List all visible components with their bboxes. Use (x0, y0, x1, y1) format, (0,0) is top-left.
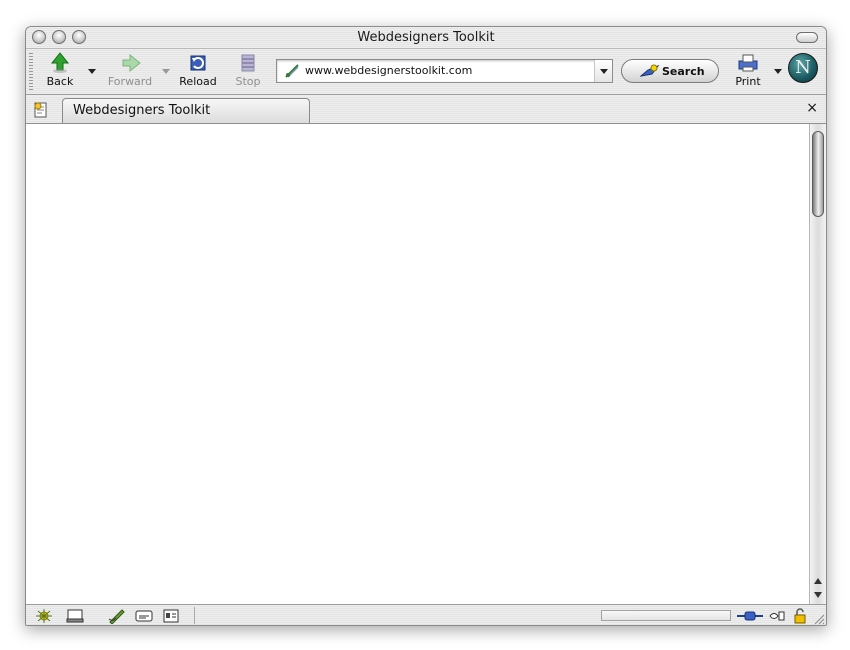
stop-button[interactable]: Stop (226, 52, 270, 92)
forward-arrow-icon (122, 53, 141, 73)
progress-meter (601, 610, 731, 621)
url-history-dropdown[interactable] (594, 60, 612, 82)
new-tab-icon[interactable] (33, 102, 49, 118)
print-button[interactable]: Print (726, 52, 770, 92)
forward-label: Forward (107, 75, 153, 88)
forward-history-dropdown[interactable] (162, 69, 170, 74)
search-button[interactable]: Search (621, 59, 719, 83)
tab-bar: Webdesigners Toolkit × (26, 96, 826, 124)
tab-webdesigners-toolkit[interactable]: Webdesigners Toolkit (62, 98, 310, 123)
window-title: Webdesigners Toolkit (357, 30, 495, 45)
resize-grip-icon[interactable] (813, 613, 825, 625)
unlocked-padlock-icon[interactable] (792, 608, 808, 624)
scrollbar-thumb[interactable] (812, 131, 824, 217)
forward-button[interactable]: Forward (102, 52, 158, 92)
search-label: Search (662, 65, 705, 78)
back-arrow-icon (50, 52, 70, 73)
composer-icon[interactable] (108, 608, 126, 624)
close-tab-icon[interactable]: × (806, 100, 818, 116)
online-status-icon[interactable] (736, 610, 764, 622)
url-bar[interactable]: www.webdesignerstoolkit.com (276, 59, 613, 83)
stop-label: Stop (235, 75, 261, 88)
print-label: Print (735, 75, 761, 88)
browser-window: Webdesigners Toolkit Back Forward Reload… (25, 26, 827, 626)
title-bar[interactable]: Webdesigners Toolkit (26, 27, 826, 49)
url-input[interactable]: www.webdesignerstoolkit.com (305, 64, 472, 77)
stop-icon (241, 54, 255, 72)
back-history-dropdown[interactable] (88, 69, 96, 74)
page-proxy-icon (285, 64, 299, 78)
status-bar (26, 604, 826, 625)
navigator-icon[interactable] (34, 608, 54, 624)
back-label: Back (46, 75, 74, 88)
reload-icon (190, 55, 206, 71)
vertical-scrollbar[interactable] (809, 124, 826, 604)
reload-label: Reload (179, 75, 217, 88)
scroll-down-arrow-icon[interactable] (814, 592, 822, 598)
toolbar-toggle-button[interactable] (796, 32, 818, 43)
aim-icon[interactable] (134, 608, 154, 624)
address-book-icon[interactable] (162, 608, 180, 624)
navigation-toolbar: Back Forward Reload Stop www.webdesigner… (26, 49, 826, 95)
page-content[interactable] (26, 124, 809, 604)
search-icon (640, 64, 660, 77)
toolbar-grip[interactable] (29, 53, 33, 91)
mail-icon[interactable] (66, 608, 84, 624)
reload-button[interactable]: Reload (176, 52, 220, 92)
scroll-up-arrow-icon[interactable] (814, 578, 822, 584)
netscape-logo-icon[interactable]: N (788, 53, 818, 83)
chevron-down-icon (600, 69, 608, 74)
cookie-privacy-icon[interactable] (768, 608, 786, 624)
tab-label: Webdesigners Toolkit (73, 103, 211, 118)
print-icon (738, 54, 758, 72)
print-options-dropdown[interactable] (774, 69, 782, 74)
back-button[interactable]: Back (38, 52, 82, 92)
status-separator (194, 607, 195, 624)
